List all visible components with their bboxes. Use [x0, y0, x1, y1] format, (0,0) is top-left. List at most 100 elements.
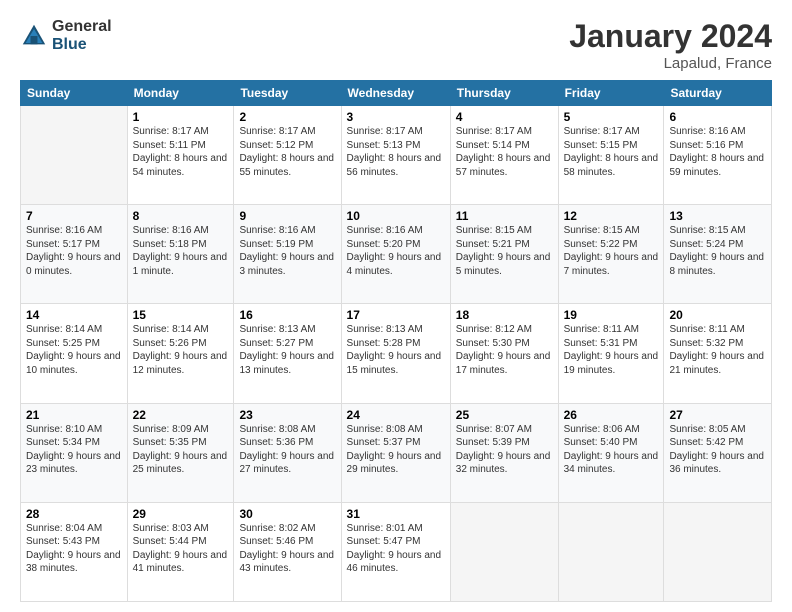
day-number: 8 — [133, 209, 229, 223]
calendar-header-row: SundayMondayTuesdayWednesdayThursdayFrid… — [21, 81, 772, 106]
calendar-cell: 8Sunrise: 8:16 AMSunset: 5:18 PMDaylight… — [127, 205, 234, 304]
calendar-table: SundayMondayTuesdayWednesdayThursdayFrid… — [20, 80, 772, 602]
day-info: Sunrise: 8:16 AMSunset: 5:20 PMDaylight:… — [347, 224, 445, 278]
day-number: 15 — [133, 308, 229, 322]
day-number: 14 — [26, 308, 122, 322]
day-number: 20 — [669, 308, 766, 322]
calendar-cell: 22Sunrise: 8:09 AMSunset: 5:35 PMDayligh… — [127, 403, 234, 502]
calendar-week-row: 7Sunrise: 8:16 AMSunset: 5:17 PMDaylight… — [21, 205, 772, 304]
day-info: Sunrise: 8:08 AMSunset: 5:36 PMDaylight:… — [239, 423, 335, 477]
calendar-cell — [21, 106, 128, 205]
day-number: 10 — [347, 209, 445, 223]
logo: General Blue — [20, 18, 112, 53]
day-number: 19 — [564, 308, 659, 322]
day-header-sunday: Sunday — [21, 81, 128, 106]
calendar-week-row: 1Sunrise: 8:17 AMSunset: 5:11 PMDaylight… — [21, 106, 772, 205]
page: General Blue January 2024 Lapalud, Franc… — [0, 0, 792, 612]
day-number: 11 — [456, 209, 553, 223]
day-info: Sunrise: 8:01 AMSunset: 5:47 PMDaylight:… — [347, 522, 445, 576]
logo-general-label: General — [52, 18, 112, 36]
day-number: 24 — [347, 408, 445, 422]
day-info: Sunrise: 8:15 AMSunset: 5:21 PMDaylight:… — [456, 224, 553, 278]
day-info: Sunrise: 8:05 AMSunset: 5:42 PMDaylight:… — [669, 423, 766, 477]
day-info: Sunrise: 8:17 AMSunset: 5:14 PMDaylight:… — [456, 125, 553, 179]
day-header-saturday: Saturday — [664, 81, 772, 106]
day-info: Sunrise: 8:10 AMSunset: 5:34 PMDaylight:… — [26, 423, 122, 477]
calendar-week-row: 14Sunrise: 8:14 AMSunset: 5:25 PMDayligh… — [21, 304, 772, 403]
calendar-cell: 2Sunrise: 8:17 AMSunset: 5:12 PMDaylight… — [234, 106, 341, 205]
calendar-cell: 10Sunrise: 8:16 AMSunset: 5:20 PMDayligh… — [341, 205, 450, 304]
logo-blue-label: Blue — [52, 36, 112, 54]
calendar-cell: 5Sunrise: 8:17 AMSunset: 5:15 PMDaylight… — [558, 106, 664, 205]
calendar-cell: 11Sunrise: 8:15 AMSunset: 5:21 PMDayligh… — [450, 205, 558, 304]
calendar-cell — [558, 502, 664, 601]
month-title: January 2024 — [569, 18, 772, 55]
day-header-thursday: Thursday — [450, 81, 558, 106]
day-info: Sunrise: 8:09 AMSunset: 5:35 PMDaylight:… — [133, 423, 229, 477]
day-number: 28 — [26, 507, 122, 521]
day-info: Sunrise: 8:08 AMSunset: 5:37 PMDaylight:… — [347, 423, 445, 477]
day-number: 26 — [564, 408, 659, 422]
day-header-wednesday: Wednesday — [341, 81, 450, 106]
calendar-cell: 3Sunrise: 8:17 AMSunset: 5:13 PMDaylight… — [341, 106, 450, 205]
calendar-cell: 13Sunrise: 8:15 AMSunset: 5:24 PMDayligh… — [664, 205, 772, 304]
calendar-cell: 28Sunrise: 8:04 AMSunset: 5:43 PMDayligh… — [21, 502, 128, 601]
calendar-cell: 24Sunrise: 8:08 AMSunset: 5:37 PMDayligh… — [341, 403, 450, 502]
calendar-cell: 27Sunrise: 8:05 AMSunset: 5:42 PMDayligh… — [664, 403, 772, 502]
calendar-cell: 21Sunrise: 8:10 AMSunset: 5:34 PMDayligh… — [21, 403, 128, 502]
day-info: Sunrise: 8:16 AMSunset: 5:19 PMDaylight:… — [239, 224, 335, 278]
day-info: Sunrise: 8:13 AMSunset: 5:28 PMDaylight:… — [347, 323, 445, 377]
calendar-cell: 6Sunrise: 8:16 AMSunset: 5:16 PMDaylight… — [664, 106, 772, 205]
day-number: 17 — [347, 308, 445, 322]
location: Lapalud, France — [569, 55, 772, 72]
day-info: Sunrise: 8:11 AMSunset: 5:32 PMDaylight:… — [669, 323, 766, 377]
day-number: 30 — [239, 507, 335, 521]
day-info: Sunrise: 8:17 AMSunset: 5:15 PMDaylight:… — [564, 125, 659, 179]
day-info: Sunrise: 8:07 AMSunset: 5:39 PMDaylight:… — [456, 423, 553, 477]
calendar-week-row: 21Sunrise: 8:10 AMSunset: 5:34 PMDayligh… — [21, 403, 772, 502]
day-info: Sunrise: 8:02 AMSunset: 5:46 PMDaylight:… — [239, 522, 335, 576]
day-info: Sunrise: 8:11 AMSunset: 5:31 PMDaylight:… — [564, 323, 659, 377]
day-info: Sunrise: 8:17 AMSunset: 5:13 PMDaylight:… — [347, 125, 445, 179]
day-number: 22 — [133, 408, 229, 422]
day-number: 6 — [669, 110, 766, 124]
day-info: Sunrise: 8:16 AMSunset: 5:18 PMDaylight:… — [133, 224, 229, 278]
calendar-cell: 15Sunrise: 8:14 AMSunset: 5:26 PMDayligh… — [127, 304, 234, 403]
day-number: 3 — [347, 110, 445, 124]
day-number: 31 — [347, 507, 445, 521]
calendar-cell — [664, 502, 772, 601]
calendar-cell: 30Sunrise: 8:02 AMSunset: 5:46 PMDayligh… — [234, 502, 341, 601]
calendar-cell: 17Sunrise: 8:13 AMSunset: 5:28 PMDayligh… — [341, 304, 450, 403]
day-info: Sunrise: 8:15 AMSunset: 5:22 PMDaylight:… — [564, 224, 659, 278]
day-number: 23 — [239, 408, 335, 422]
day-number: 9 — [239, 209, 335, 223]
day-info: Sunrise: 8:16 AMSunset: 5:17 PMDaylight:… — [26, 224, 122, 278]
day-number: 12 — [564, 209, 659, 223]
calendar-cell: 19Sunrise: 8:11 AMSunset: 5:31 PMDayligh… — [558, 304, 664, 403]
calendar-cell: 9Sunrise: 8:16 AMSunset: 5:19 PMDaylight… — [234, 205, 341, 304]
day-number: 2 — [239, 110, 335, 124]
calendar-cell: 31Sunrise: 8:01 AMSunset: 5:47 PMDayligh… — [341, 502, 450, 601]
calendar-cell: 14Sunrise: 8:14 AMSunset: 5:25 PMDayligh… — [21, 304, 128, 403]
day-number: 25 — [456, 408, 553, 422]
calendar-cell: 7Sunrise: 8:16 AMSunset: 5:17 PMDaylight… — [21, 205, 128, 304]
day-info: Sunrise: 8:03 AMSunset: 5:44 PMDaylight:… — [133, 522, 229, 576]
calendar-cell: 26Sunrise: 8:06 AMSunset: 5:40 PMDayligh… — [558, 403, 664, 502]
day-info: Sunrise: 8:06 AMSunset: 5:40 PMDaylight:… — [564, 423, 659, 477]
day-header-monday: Monday — [127, 81, 234, 106]
calendar-week-row: 28Sunrise: 8:04 AMSunset: 5:43 PMDayligh… — [21, 502, 772, 601]
title-block: January 2024 Lapalud, France — [569, 18, 772, 72]
day-info: Sunrise: 8:16 AMSunset: 5:16 PMDaylight:… — [669, 125, 766, 179]
day-number: 13 — [669, 209, 766, 223]
day-info: Sunrise: 8:17 AMSunset: 5:12 PMDaylight:… — [239, 125, 335, 179]
day-info: Sunrise: 8:04 AMSunset: 5:43 PMDaylight:… — [26, 522, 122, 576]
day-number: 7 — [26, 209, 122, 223]
calendar-cell: 4Sunrise: 8:17 AMSunset: 5:14 PMDaylight… — [450, 106, 558, 205]
calendar-cell: 12Sunrise: 8:15 AMSunset: 5:22 PMDayligh… — [558, 205, 664, 304]
day-info: Sunrise: 8:14 AMSunset: 5:26 PMDaylight:… — [133, 323, 229, 377]
logo-text: General Blue — [52, 18, 112, 53]
day-number: 4 — [456, 110, 553, 124]
day-number: 1 — [133, 110, 229, 124]
day-number: 18 — [456, 308, 553, 322]
day-info: Sunrise: 8:17 AMSunset: 5:11 PMDaylight:… — [133, 125, 229, 179]
